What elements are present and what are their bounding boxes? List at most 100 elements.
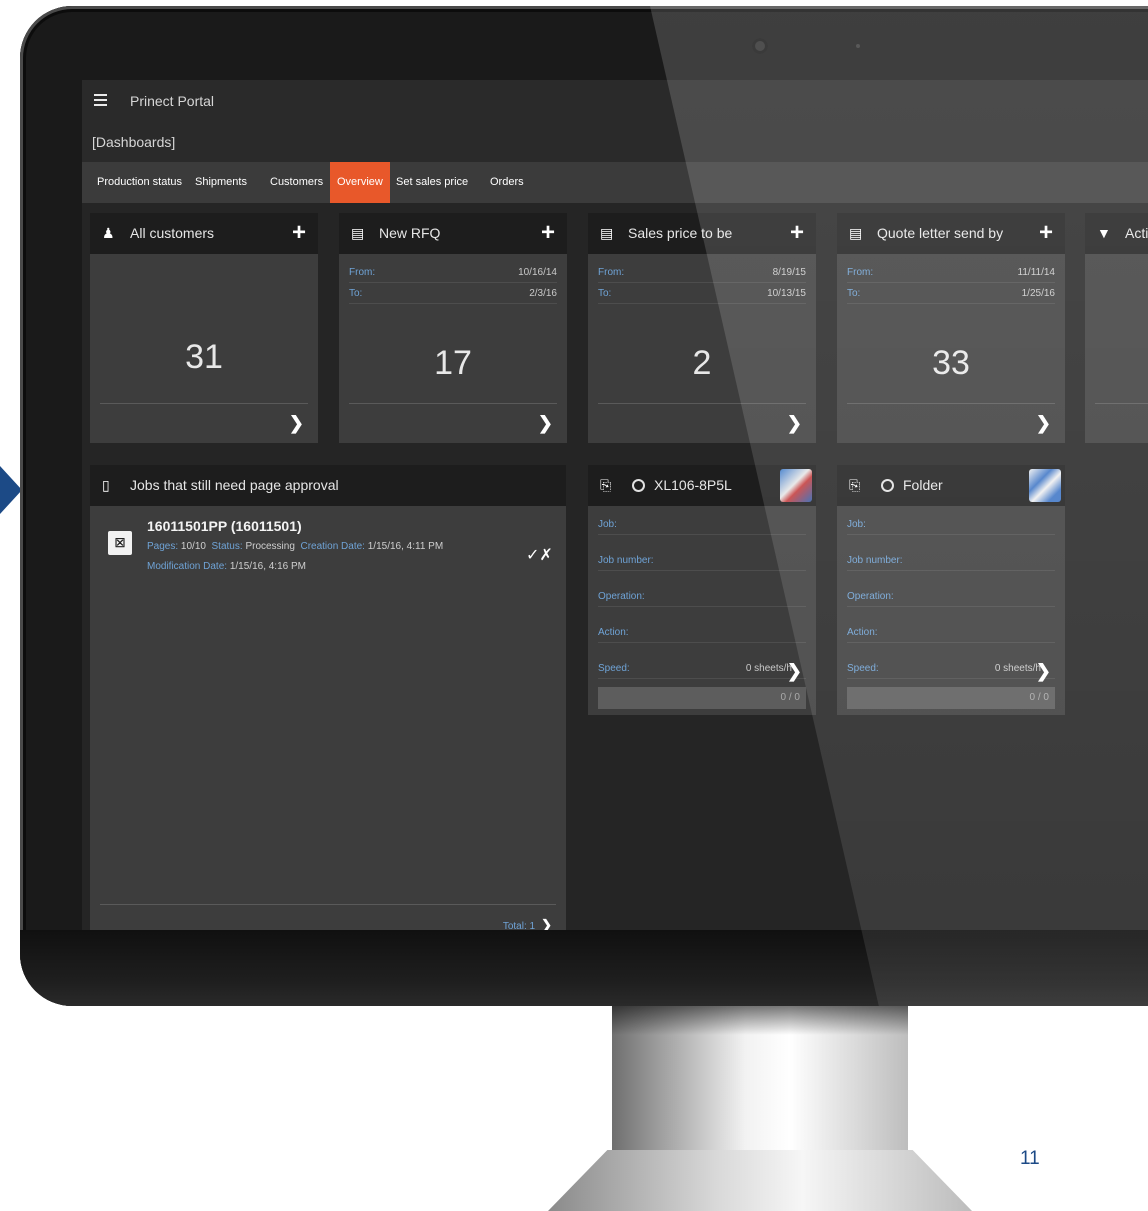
machine-action-row: Action: [847, 623, 1055, 643]
add-icon[interactable]: + [292, 219, 306, 247]
tab-shipments[interactable]: Shipments [188, 162, 254, 203]
clipboard-icon: ▯ [102, 477, 110, 493]
date-from-row: From: 11/11/14 [847, 265, 1055, 283]
action-label: Action: [598, 627, 629, 638]
job-title[interactable]: 16011501PP (16011501) [147, 518, 302, 534]
machine-operation-row: Operation: [847, 587, 1055, 607]
machine-operation-row: Operation: [598, 587, 806, 607]
chevron-right-icon[interactable]: ❯ [538, 413, 553, 434]
card-header: ⎘ XL106-8P5L [588, 465, 816, 506]
card-divider [847, 403, 1055, 404]
monitor-stand-shadow [612, 1005, 908, 1035]
job-document-icon[interactable]: ☒ [108, 531, 132, 555]
to-value: 2/3/16 [529, 288, 557, 299]
date-to-row: To: 1/25/16 [847, 286, 1055, 304]
progress-text: 0 / 0 [780, 692, 800, 703]
machine-progress-bar: 0 / 0 [598, 687, 806, 709]
message-icon: ▤ [351, 225, 365, 241]
jobs-total[interactable]: Total: 1 ❯ [503, 917, 552, 930]
date-to-row: To: 10/13/15 [598, 286, 806, 304]
tab-orders[interactable]: Orders [483, 162, 531, 203]
card-quote-letter: ▤ Quote letter send by + From: 11/11/14 … [837, 213, 1065, 443]
card-header: ▯ Jobs that still need page approval [90, 465, 566, 506]
add-icon[interactable]: + [790, 219, 804, 247]
speed-label: Speed: [598, 663, 630, 674]
chevron-right-icon[interactable]: ❯ [1036, 661, 1051, 682]
card-header: ▤ New RFQ + [339, 213, 567, 254]
basket-icon: ▼ [1097, 225, 1111, 241]
card-count: 2 [692, 344, 712, 382]
creation-date-value: 1/15/16, 4:11 PM [367, 541, 444, 552]
machine-job-row: Job: [847, 515, 1055, 535]
monitor-chin [20, 930, 1148, 1006]
progress-text: 0 / 0 [1029, 692, 1049, 703]
tab-customers[interactable]: Customers [263, 162, 330, 203]
message-icon: ▤ [849, 225, 863, 241]
chevron-right-icon[interactable]: ❯ [787, 661, 802, 682]
from-value: 11/11/14 [1017, 267, 1055, 278]
message-icon: ▤ [600, 225, 614, 241]
card-divider [349, 403, 557, 404]
speed-value: 0 sheets/h [745, 663, 792, 674]
machine-speed-row: Speed: 0 sheets/h [847, 659, 1055, 679]
card-header: ♟ All customers + [90, 213, 318, 254]
chevron-right-icon[interactable]: ❯ [787, 413, 802, 434]
card-count: 31 [185, 338, 223, 376]
tab-set-sales-price[interactable]: Set sales price [389, 162, 475, 203]
webcam-icon [752, 38, 768, 54]
press-logo-icon [780, 469, 812, 502]
date-from-row: From: 10/16/14 [349, 265, 557, 283]
card-sales-price: ▤ Sales price to be + From: 8/19/15 To: … [588, 213, 816, 443]
card-header: ▤ Quote letter send by + [837, 213, 1065, 254]
card-machine-folder: ⎘ Folder Job: Job number: Operation: Act… [837, 465, 1065, 715]
card-divider [1095, 403, 1148, 404]
card-title: New RFQ [379, 225, 441, 241]
job-number-label: Job number: [598, 555, 654, 566]
modification-date-label: Modification Date: [147, 561, 228, 572]
chevron-right-icon[interactable]: ❯ [1036, 413, 1051, 434]
page-number: 11 [1020, 1148, 1040, 1169]
machine-action-row: Action: [598, 623, 806, 643]
machine-speed-row: Speed: 0 sheets/h [598, 659, 806, 679]
card-header: ▤ Sales price to be + [588, 213, 816, 254]
modification-date-value: 1/15/16, 4:16 PM [229, 561, 306, 572]
hamburger-menu-icon[interactable] [94, 94, 107, 106]
approve-reject-icon[interactable]: ✓✗ [526, 545, 553, 565]
from-value: 8/19/15 [772, 267, 806, 278]
operation-label: Operation: [847, 591, 894, 602]
job-meta-line-1: Pages: 10/10 Status: Processing Creation… [147, 541, 443, 552]
card-machine-xl106: ⎘ XL106-8P5L Job: Job number: Operation:… [588, 465, 816, 715]
operation-label: Operation: [598, 591, 645, 602]
folder-logo-icon [1029, 469, 1061, 502]
from-value: 10/16/14 [518, 267, 557, 278]
portal-screen: Prinect Portal [Dashboards] Production s… [82, 80, 1148, 930]
chevron-right-icon[interactable]: ❯ [541, 917, 552, 930]
breadcrumb[interactable]: [Dashboards] [92, 134, 175, 150]
speed-label: Speed: [847, 663, 879, 674]
status-radio-icon [881, 479, 894, 492]
machine-job-row: Job: [598, 515, 806, 535]
status-radio-icon [632, 479, 645, 492]
card-title: Quote letter send by [877, 225, 1004, 241]
card-title: Jobs that still need page approval [130, 477, 339, 493]
to-value: 10/13/15 [767, 288, 806, 299]
monitor-stand-base [548, 1150, 972, 1211]
status-label: Status: [211, 541, 243, 552]
to-label: To: [598, 288, 612, 299]
machine-title: XL106-8P5L [654, 477, 732, 493]
status-value: Processing [245, 541, 295, 552]
pages-value: 10/10 [180, 541, 206, 552]
card-count: 17 [434, 344, 472, 382]
card-jobs-page-approval: ▯ Jobs that still need page approval ☒ 1… [90, 465, 566, 930]
machine-progress-bar: 0 / 0 [847, 687, 1055, 709]
card-header: ▼ Acti [1085, 213, 1148, 254]
machine-job-number-row: Job number: [847, 551, 1055, 571]
add-icon[interactable]: + [541, 219, 555, 247]
tab-production-status[interactable]: Production status [90, 162, 189, 203]
machine-title: Folder [903, 477, 943, 493]
chevron-right-icon[interactable]: ❯ [289, 413, 304, 434]
add-icon[interactable]: + [1039, 219, 1053, 247]
tab-overview[interactable]: Overview [330, 162, 390, 203]
card-new-rfq: ▤ New RFQ + From: 10/16/14 To: 2/3/16 17… [339, 213, 567, 443]
to-label: To: [349, 288, 363, 299]
